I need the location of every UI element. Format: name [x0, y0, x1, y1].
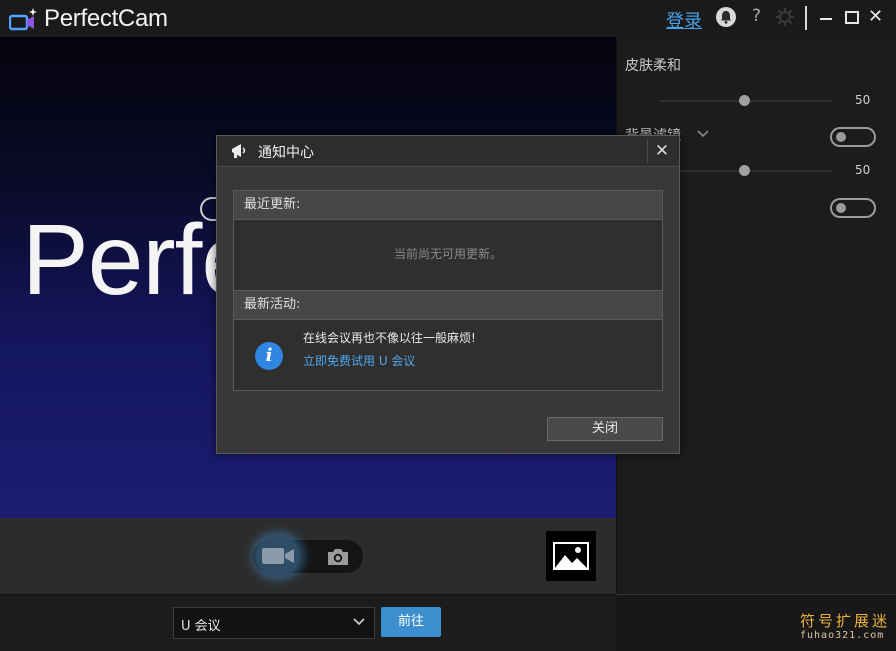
chevron-down-icon[interactable]	[697, 128, 709, 141]
titlebar-divider	[805, 6, 807, 30]
updates-section: 最近更新: 当前尚无可用更新。	[233, 190, 663, 292]
app-select-dropdown[interactable]: U 会议	[173, 607, 375, 639]
skin-smoothing-value: 50	[855, 93, 871, 107]
activity-header: 最新活动:	[234, 291, 662, 320]
notification-bell-icon[interactable]	[716, 7, 736, 27]
bottom-bar: U 会议 前往	[0, 594, 616, 651]
activity-link[interactable]: 立即免费试用 U 会议	[303, 352, 415, 369]
video-mode-button[interactable]	[256, 536, 300, 576]
skin-smoothing-slider[interactable]	[659, 95, 831, 106]
chevron-down-icon	[353, 618, 365, 626]
notification-dialog: 通知中心 ✕ 最近更新: 当前尚无可用更新。 最新活动: i 在线会议再也不像以…	[216, 135, 680, 454]
dialog-close-icon[interactable]: ✕	[647, 139, 676, 163]
info-icon: i	[255, 342, 283, 370]
background-filter-toggle[interactable]	[830, 127, 876, 147]
dialog-title: 通知中心	[258, 145, 314, 161]
updates-header: 最近更新:	[234, 191, 662, 220]
updates-empty-message: 当前尚无可用更新。	[393, 247, 502, 261]
skin-smoothing-label: 皮肤柔和	[625, 58, 681, 74]
app-logo-icon	[8, 7, 39, 33]
dialog-close-button[interactable]: 关闭	[547, 417, 663, 441]
skin-smoothing-knob[interactable]	[739, 95, 750, 106]
settings-gear-icon[interactable]	[775, 7, 795, 31]
capture-bar	[0, 518, 616, 594]
megaphone-icon	[230, 142, 248, 164]
minimize-icon[interactable]	[820, 18, 832, 20]
login-link[interactable]: 登录	[666, 7, 702, 33]
app-title: PerfectCam	[44, 5, 168, 32]
video-camera-icon	[262, 548, 294, 564]
image-icon	[553, 542, 589, 570]
camera-icon[interactable]	[326, 548, 350, 570]
go-button[interactable]: 前往	[381, 607, 441, 637]
background-filter-value: 50	[855, 163, 871, 177]
close-icon[interactable]: ✕	[868, 6, 883, 27]
watermark-cn: 符号扩展迷	[800, 612, 891, 630]
background-filter-knob[interactable]	[739, 165, 750, 176]
activity-section: 最新活动: i 在线会议再也不像以往一般麻烦! 立即免费试用 U 会议	[233, 290, 663, 391]
gallery-button[interactable]	[546, 531, 596, 581]
dialog-header: 通知中心 ✕	[217, 136, 679, 167]
dropdown-value: U 会议	[181, 619, 221, 634]
background-filter-slider[interactable]	[659, 165, 831, 176]
watermark-en: fuhao321.com	[800, 630, 885, 641]
maximize-icon[interactable]	[845, 11, 859, 24]
activity-text: 在线会议再也不像以往一般麻烦!	[303, 331, 476, 345]
second-toggle[interactable]	[830, 198, 876, 218]
title-bar: PerfectCam 登录 ? ✕	[0, 0, 896, 37]
help-icon[interactable]: ?	[752, 6, 761, 26]
